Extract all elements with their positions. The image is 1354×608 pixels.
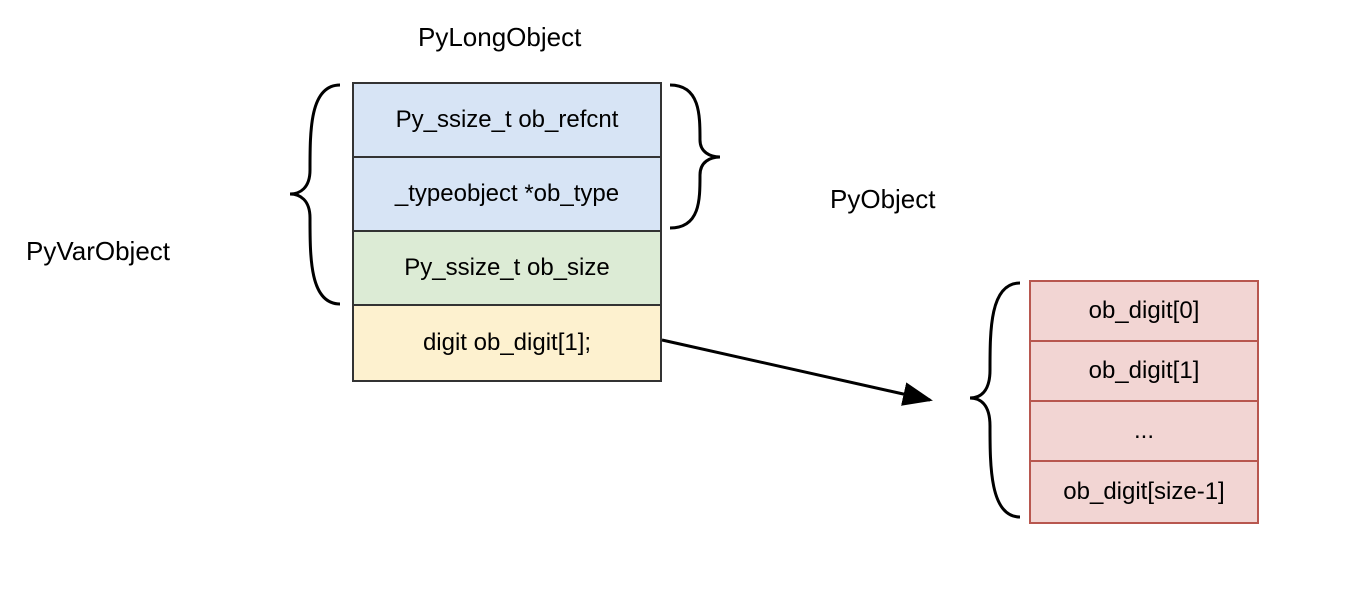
- diagram-title: PyLongObject: [418, 22, 581, 53]
- field-ob-size: Py_ssize_t ob_size: [354, 232, 660, 306]
- right-brace: [670, 85, 720, 228]
- field-ob-digit: digit ob_digit[1];: [354, 306, 660, 380]
- digit-box-brace: [970, 283, 1020, 517]
- arrow-digit: [662, 340, 930, 400]
- field-ob-refcnt: Py_ssize_t ob_refcnt: [354, 84, 660, 158]
- digit-cell-1: ob_digit[1]: [1031, 342, 1257, 402]
- digit-cell-0: ob_digit[0]: [1031, 282, 1257, 342]
- left-group-label: PyVarObject: [26, 236, 170, 267]
- field-ob-type: _typeobject *ob_type: [354, 158, 660, 232]
- right-group-label: PyObject: [830, 184, 936, 215]
- struct-box: Py_ssize_t ob_refcnt _typeobject *ob_typ…: [352, 82, 662, 382]
- digit-array-box: ob_digit[0] ob_digit[1] ... ob_digit[siz…: [1029, 280, 1259, 524]
- left-brace: [290, 85, 340, 304]
- digit-cell-ellipsis: ...: [1031, 402, 1257, 462]
- digit-cell-last: ob_digit[size-1]: [1031, 462, 1257, 522]
